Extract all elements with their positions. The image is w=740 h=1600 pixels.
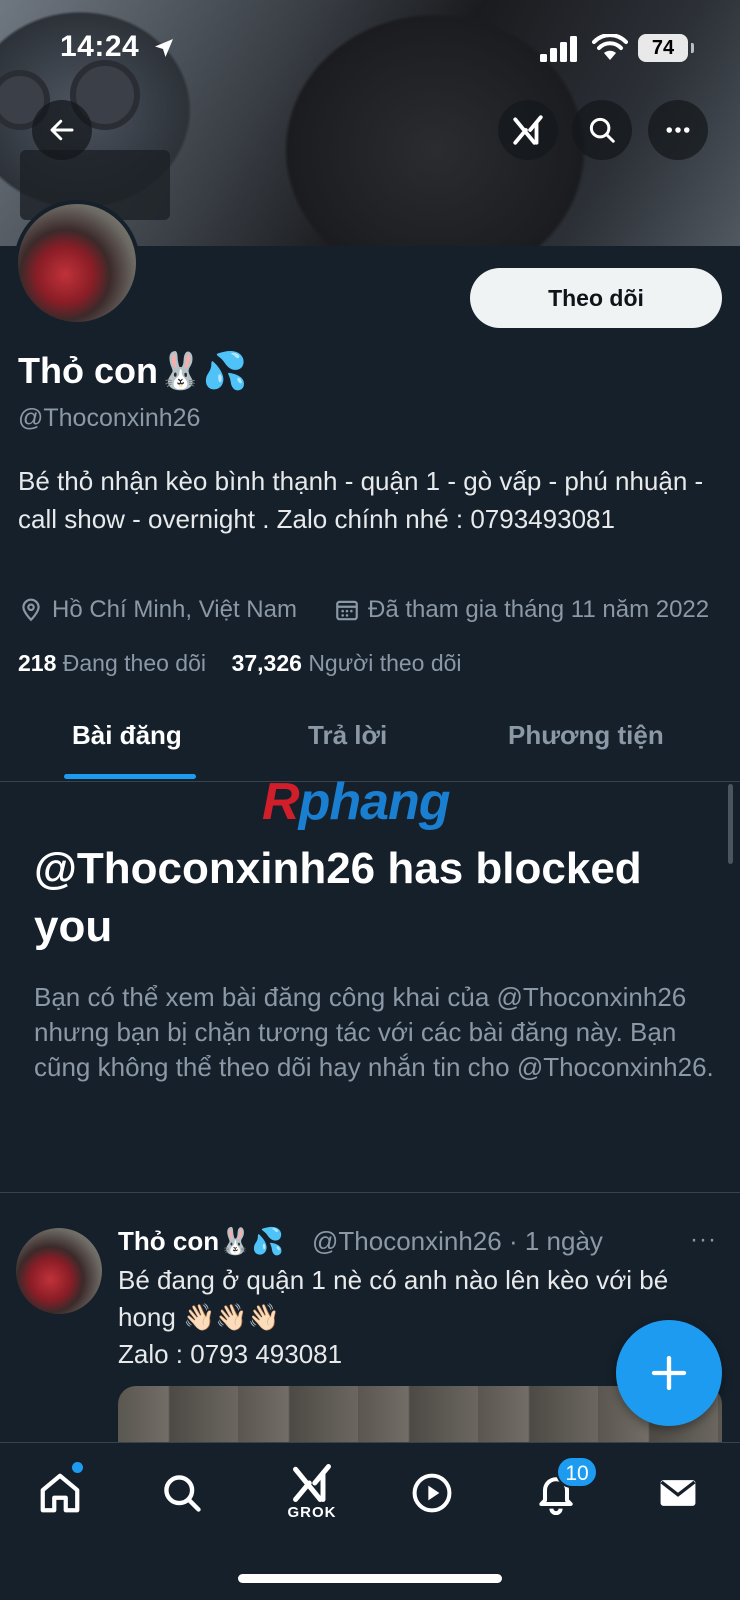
tweet-more-button[interactable]: ··· [690,1226,717,1254]
watermark-rest: phang [298,773,451,831]
tweet-line: Bé đang ở quận 1 nè có anh nào lên kèo v… [118,1265,669,1295]
following-label: Đang theo dõi [62,650,206,676]
profile-name: Thỏ con🐰💦 [18,350,248,391]
arrow-left-icon [50,119,74,141]
tweet-handle-time[interactable]: @Thoconxinh26 · 1 ngày [312,1226,603,1257]
location-arrow-icon [155,39,173,57]
followers-link[interactable]: 37,326 Người theo dõi [232,650,462,676]
location-pin-icon [22,598,40,622]
active-tab-indicator [64,774,196,779]
calendar-icon [336,600,358,621]
status-time: 14:24 [60,30,140,63]
nav-messages[interactable] [648,1463,708,1523]
watermark-first: R [262,773,300,831]
play-icon [412,1473,452,1513]
tab-replies[interactable]: Trả lời [308,720,387,751]
wifi-icon [592,34,628,60]
status-bar: 14:24 74 [0,0,740,96]
follow-counts: 218 Đang theo dõi 37,326 Người theo dõi [18,650,462,677]
profile-avatar[interactable] [14,200,140,326]
notifications-badge: 10 [556,1456,598,1488]
location-text: Hồ Chí Minh, Việt Nam [52,596,297,623]
grok-icon [293,1464,331,1502]
battery-indicator: 74 [638,34,694,62]
more-button[interactable] [648,100,708,160]
search-icon [589,117,615,143]
signal-icon [540,36,577,62]
nav-search[interactable] [152,1463,212,1523]
follow-button[interactable]: Theo dõi [470,268,722,328]
grok-button[interactable] [498,100,558,160]
followers-count: 37,326 [231,650,302,676]
profile-bio: Bé thỏ nhận kèo bình thạnh - quận 1 - gò… [18,466,704,534]
home-unread-dot [72,1462,83,1473]
nav-home[interactable] [30,1463,90,1523]
grok-icon [513,115,543,145]
tweet-avatar[interactable] [16,1228,102,1314]
following-count: 218 [18,650,57,676]
mail-icon [660,1480,696,1506]
profile-joined: Đã tham gia tháng 11 năm 2022 [334,596,709,624]
joined-text: Đã tham gia tháng 11 năm 2022 [368,596,710,623]
tab-media[interactable]: Phương tiện [508,720,664,751]
tweet-author-name[interactable]: Thỏ con🐰💦 [118,1226,284,1257]
watermark-logo: Rphang [262,772,451,832]
back-button[interactable] [32,100,92,160]
blocked-title: @Thoconxinh26 has blocked you [34,844,642,951]
search-icon [164,1475,201,1512]
search-button[interactable] [572,100,632,160]
blocked-description: Bạn có thể xem bài đăng công khai của @T… [34,982,714,1082]
tab-posts[interactable]: Bài đăng [72,720,182,751]
following-link[interactable]: 218 Đang theo dõi [18,650,206,676]
grok-label: GROK [287,1504,337,1521]
more-icon [666,127,690,133]
section-divider [0,1192,740,1193]
followers-label: Người theo dõi [308,650,462,676]
plus-icon [651,1355,687,1391]
scrollbar[interactable] [728,784,733,864]
compose-button[interactable] [616,1320,722,1426]
home-indicator[interactable] [238,1574,502,1583]
home-icon [40,1473,80,1513]
tweet-line: hong 👋🏻👋🏻👋🏻 [118,1302,281,1332]
profile-location: Hồ Chí Minh, Việt Nam [18,596,297,624]
profile-handle: @Thoconxinh26 [18,404,201,432]
profile-tabs: Bài đăng Trả lời Phương tiện [0,700,740,782]
nav-video[interactable] [402,1463,462,1523]
